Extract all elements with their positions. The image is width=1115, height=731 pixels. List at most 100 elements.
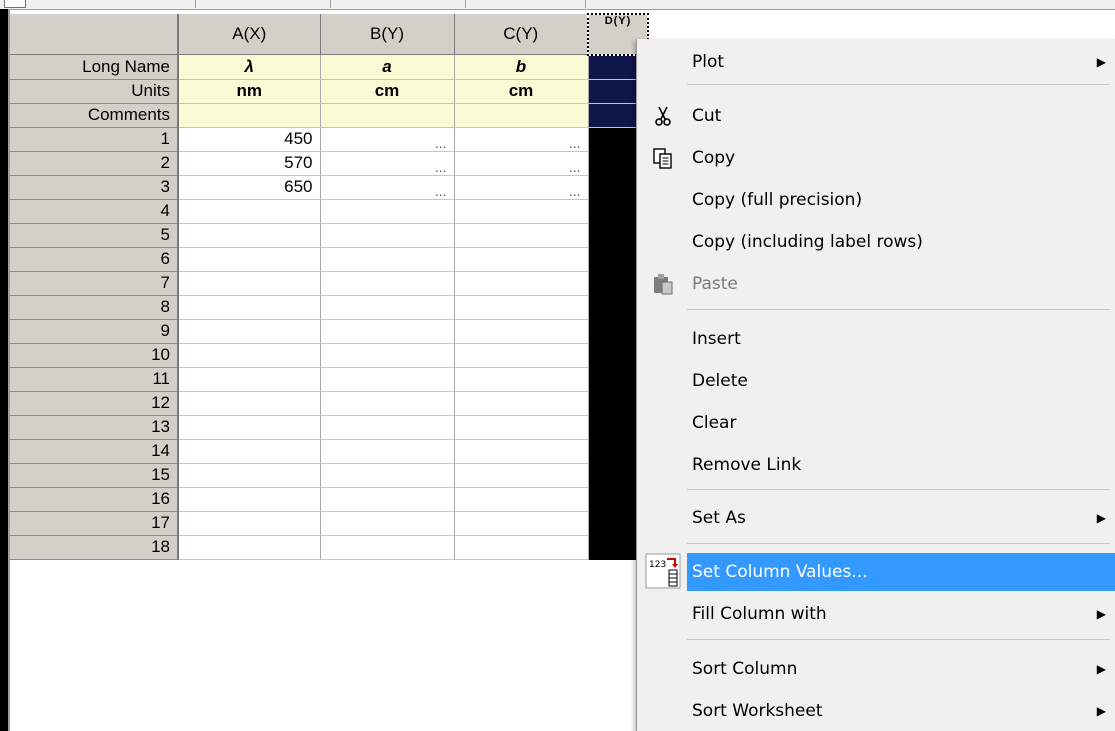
table-cell[interactable]	[178, 391, 321, 416]
row-header[interactable]: 14	[10, 439, 179, 464]
column-header-b[interactable]: B(Y)	[320, 14, 455, 55]
table-cell[interactable]	[454, 463, 589, 488]
table-cell[interactable]	[178, 535, 321, 560]
menu-item-copy-including-label-rows[interactable]: Copy (including label rows)	[637, 223, 1115, 261]
table-cell[interactable]	[320, 487, 455, 512]
menu-item-set-as[interactable]: Set As ▶	[637, 499, 1115, 537]
menu-item-set-column-values[interactable]: Set Column Values...	[687, 553, 1115, 591]
table-cell[interactable]	[178, 487, 321, 512]
table-cell[interactable]	[454, 439, 589, 464]
menu-item-sort-worksheet[interactable]: Sort Worksheet ▶	[637, 692, 1115, 730]
table-cell[interactable]	[178, 199, 321, 224]
cell-long-name-b[interactable]: a	[320, 54, 455, 80]
table-cell[interactable]	[320, 295, 455, 320]
table-cell[interactable]	[320, 247, 455, 272]
row-header[interactable]: 6	[10, 247, 179, 272]
table-cell[interactable]	[320, 199, 455, 224]
table-cell[interactable]	[320, 367, 455, 392]
menu-item-fill-column-with[interactable]: Fill Column with ▶	[637, 595, 1115, 633]
row-header[interactable]: 3	[10, 175, 179, 200]
table-cell[interactable]: ...	[454, 127, 589, 152]
table-cell[interactable]	[178, 463, 321, 488]
row-header-comments[interactable]: Comments	[10, 103, 179, 128]
table-cell[interactable]	[320, 343, 455, 368]
cell-units-c[interactable]: cm	[454, 79, 589, 104]
table-cell[interactable]	[320, 439, 455, 464]
cell-long-name-a[interactable]: λ	[178, 54, 321, 80]
table-cell[interactable]	[178, 247, 321, 272]
menu-item-remove-link[interactable]: Remove Link	[637, 446, 1115, 484]
row-header[interactable]: 5	[10, 223, 179, 248]
menu-item-cut[interactable]: Cut	[637, 97, 1115, 135]
table-cell[interactable]: ...	[454, 151, 589, 176]
table-cell[interactable]	[454, 367, 589, 392]
row-header[interactable]: 12	[10, 391, 179, 416]
table-cell[interactable]	[178, 271, 321, 296]
table-cell[interactable]	[454, 199, 589, 224]
table-cell[interactable]	[178, 223, 321, 248]
menu-item-copy-full-precision[interactable]: Copy (full precision)	[637, 181, 1115, 219]
table-cell[interactable]	[178, 415, 321, 440]
cell-units-b[interactable]: cm	[320, 79, 455, 104]
row-header[interactable]: 13	[10, 415, 179, 440]
row-header[interactable]: 7	[10, 271, 179, 296]
table-cell[interactable]	[454, 295, 589, 320]
cell-comments-b[interactable]	[320, 103, 455, 128]
table-cell[interactable]	[454, 535, 589, 560]
table-cell[interactable]	[320, 223, 455, 248]
table-cell[interactable]	[454, 247, 589, 272]
table-cell[interactable]: ...	[320, 175, 455, 200]
table-cell[interactable]: 650	[178, 175, 321, 200]
cell-units-a[interactable]: nm	[178, 79, 321, 104]
table-cell[interactable]	[454, 343, 589, 368]
row-header[interactable]: 2	[10, 151, 179, 176]
row-header[interactable]: 18	[10, 535, 179, 560]
table-cell[interactable]	[178, 295, 321, 320]
row-header[interactable]: 11	[10, 367, 179, 392]
table-cell[interactable]	[454, 319, 589, 344]
menu-item-insert[interactable]: Insert	[637, 320, 1115, 358]
menu-item-delete[interactable]: Delete	[637, 362, 1115, 400]
menu-item-copy[interactable]: Copy	[637, 139, 1115, 177]
table-cell[interactable]	[320, 319, 455, 344]
table-cell[interactable]: ...	[454, 175, 589, 200]
table-cell[interactable]	[178, 343, 321, 368]
row-header-long-name[interactable]: Long Name	[10, 54, 179, 80]
table-cell[interactable]	[454, 487, 589, 512]
row-header-units[interactable]: Units	[10, 79, 179, 104]
row-header[interactable]: 17	[10, 511, 179, 536]
table-cell[interactable]	[320, 511, 455, 536]
table-cell[interactable]: ...	[320, 151, 455, 176]
table-cell[interactable]	[454, 511, 589, 536]
table-cell[interactable]	[178, 367, 321, 392]
menu-item-sort-column[interactable]: Sort Column ▶	[637, 650, 1115, 688]
cell-long-name-c[interactable]: b	[454, 54, 589, 80]
table-cell[interactable]	[320, 535, 455, 560]
column-header-a[interactable]: A(X)	[178, 14, 321, 55]
row-header[interactable]: 16	[10, 487, 179, 512]
table-cell[interactable]	[454, 415, 589, 440]
table-cell[interactable]: 570	[178, 151, 321, 176]
table-cell[interactable]	[454, 271, 589, 296]
table-cell[interactable]	[178, 439, 321, 464]
table-cell[interactable]	[454, 391, 589, 416]
table-cell[interactable]: 450	[178, 127, 321, 152]
column-header-c[interactable]: C(Y)	[454, 14, 589, 55]
table-cell[interactable]	[178, 511, 321, 536]
worksheet-corner[interactable]	[10, 14, 179, 55]
table-cell[interactable]	[320, 463, 455, 488]
cell-comments-c[interactable]	[454, 103, 589, 128]
table-cell[interactable]	[320, 391, 455, 416]
menu-item-paste[interactable]: Paste	[637, 265, 1115, 303]
menu-item-clear[interactable]: Clear	[637, 404, 1115, 442]
row-header[interactable]: 8	[10, 295, 179, 320]
row-header[interactable]: 1	[10, 127, 179, 152]
menu-item-plot[interactable]: Plot ▶	[637, 43, 1115, 81]
table-cell[interactable]	[178, 319, 321, 344]
table-cell[interactable]	[320, 271, 455, 296]
row-header[interactable]: 10	[10, 343, 179, 368]
table-cell[interactable]	[320, 415, 455, 440]
cell-comments-a[interactable]	[178, 103, 321, 128]
row-header[interactable]: 9	[10, 319, 179, 344]
table-cell[interactable]	[454, 223, 589, 248]
